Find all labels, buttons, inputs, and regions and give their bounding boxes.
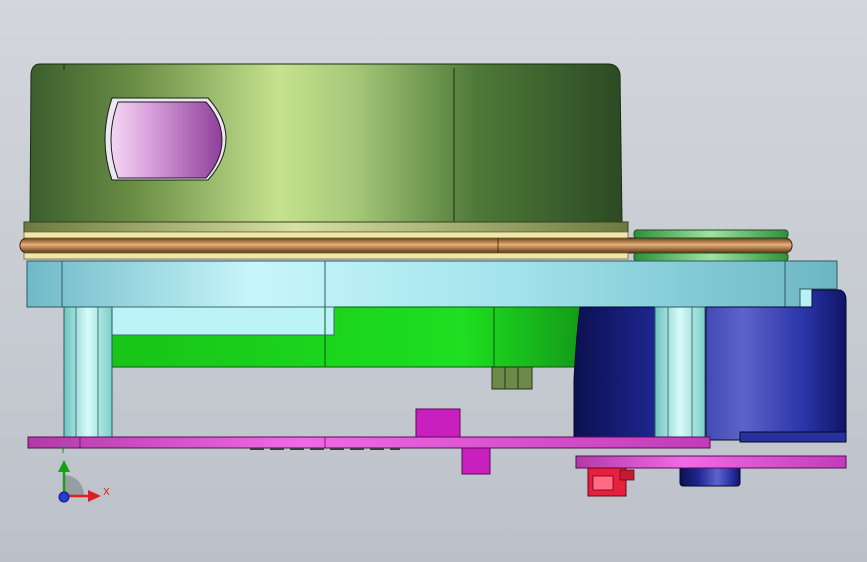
base-plate-part[interactable] xyxy=(26,260,838,308)
graphics-viewport[interactable]: X Y xyxy=(0,0,867,562)
z-axis-dot-icon xyxy=(58,491,70,503)
cad-model[interactable] xyxy=(0,0,867,562)
triad-y-label: Y xyxy=(60,445,67,456)
green-board-part[interactable] xyxy=(111,306,581,390)
standoff-right-part[interactable] xyxy=(654,306,706,438)
housing-window-part[interactable] xyxy=(104,97,227,181)
reference-triad[interactable] xyxy=(58,460,101,503)
connector-part[interactable] xyxy=(587,467,635,497)
standoff-left-part[interactable] xyxy=(63,306,113,438)
triad-x-label: X xyxy=(103,487,110,498)
